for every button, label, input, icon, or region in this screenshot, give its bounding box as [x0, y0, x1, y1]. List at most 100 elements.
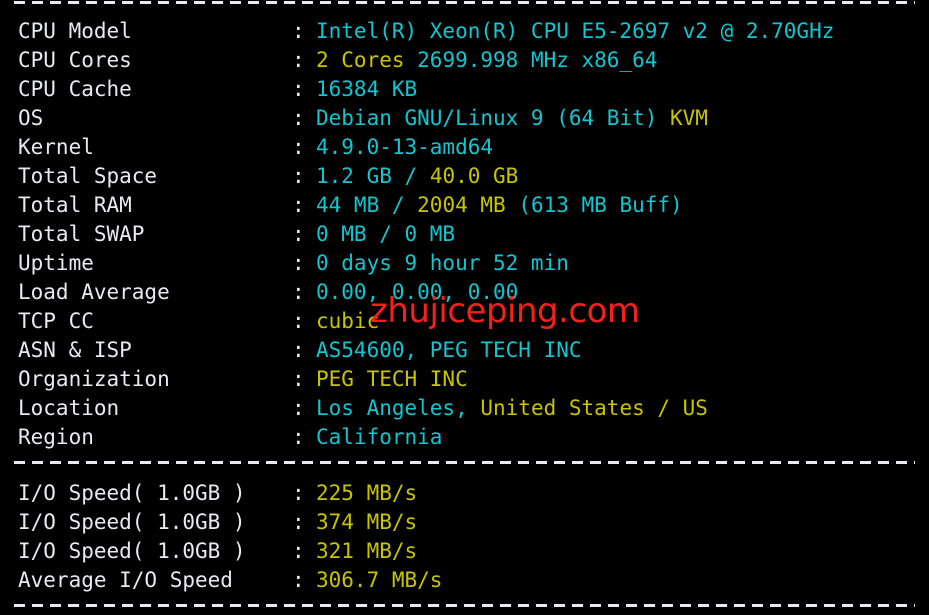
value-segment: (613 MB Buff): [518, 193, 683, 217]
value-segment: 40.0 GB: [429, 164, 519, 188]
value-segment: cubic: [316, 309, 380, 333]
row-colon: :: [292, 251, 305, 275]
io-speed-label: I/O Speed( 1.0GB ): [18, 510, 246, 534]
io-speed-value: 321 MB/s: [316, 537, 417, 566]
system-info-value: 2 Cores 2699.998 MHz x86_64: [316, 46, 657, 75]
terminal-row: CPU Cores:2 Cores 2699.998 MHz x86_64: [0, 46, 929, 75]
value-segment: 44 MB: [316, 193, 392, 217]
system-info-value: AS54600, PEG TECH INC: [316, 336, 582, 365]
value-segment: 306.7 MB/s: [316, 568, 443, 592]
terminal-row: Total RAM:44 MB / 2004 MB (613 MB Buff): [0, 191, 929, 220]
system-info-label: CPU Cache: [18, 77, 132, 101]
separator-middle: [14, 461, 915, 464]
row-colon: :: [292, 481, 305, 505]
system-info-value: cubic: [316, 307, 379, 336]
row-colon: :: [292, 539, 305, 563]
system-info-label: Total SWAP: [18, 222, 145, 246]
value-segment: 16384 KB: [316, 77, 418, 101]
row-colon: :: [292, 425, 305, 449]
terminal-row: Uptime:0 days 9 hour 52 min: [0, 249, 929, 278]
terminal-row: TCP CC: cubic: [0, 307, 929, 336]
terminal-row: Location: Los Angeles, United States / US: [0, 394, 929, 423]
value-segment: 4.9.0-13-amd64: [316, 135, 494, 159]
io-speed-label: Average I/O Speed: [18, 568, 233, 592]
system-info-value: Los Angeles, United States / US: [316, 394, 708, 423]
value-segment: 2699.998 MHz x86_64: [417, 48, 658, 72]
system-info-value: 0 MB / 0 MB: [316, 220, 455, 249]
row-colon: :: [292, 77, 305, 101]
system-info-value: 1.2 GB / 40.0 GB: [316, 162, 518, 191]
system-info-value: 44 MB / 2004 MB (613 MB Buff): [316, 191, 683, 220]
io-speed-value: 225 MB/s: [316, 479, 417, 508]
system-info-value: Debian GNU/Linux 9 (64 Bit) KVM: [316, 104, 708, 133]
row-colon: :: [292, 164, 305, 188]
value-segment: 0 MB / 0 MB: [316, 222, 456, 246]
system-info-label: ASN & ISP: [18, 338, 132, 362]
value-segment: Los Angeles,: [316, 396, 481, 420]
value-segment: /: [404, 164, 430, 188]
terminal-row: ASN & ISP: AS54600, PEG TECH INC: [0, 336, 929, 365]
system-info-value: 16384 KB: [316, 75, 417, 104]
terminal-row: I/O Speed( 1.0GB ):374 MB/s: [0, 508, 929, 537]
system-info-value: PEG TECH INC: [316, 365, 468, 394]
value-segment: Intel(R) Xeon(R) CPU E5-2697 v2 @ 2.70GH…: [316, 19, 835, 43]
separator-bottom: [14, 604, 915, 607]
value-segment: KVM: [670, 106, 708, 130]
value-segment: PEG TECH INC: [316, 367, 468, 391]
row-colon: :: [292, 309, 305, 333]
row-colon: :: [292, 396, 305, 420]
value-segment: 0 days 9 hour 52 min: [316, 251, 569, 275]
system-info-value: 0.00, 0.00, 0.00: [316, 278, 518, 307]
row-colon: :: [292, 510, 305, 534]
system-info-value: 4.9.0-13-amd64: [316, 133, 493, 162]
value-segment: 1.2 GB: [316, 164, 405, 188]
system-info-label: Region: [18, 425, 94, 449]
value-segment: California: [316, 425, 443, 449]
terminal-row: Organization: PEG TECH INC: [0, 365, 929, 394]
row-colon: :: [292, 48, 305, 72]
system-info-label: Uptime: [18, 251, 94, 275]
value-segment: AS54600, PEG TECH INC: [316, 338, 582, 362]
row-colon: :: [292, 280, 305, 304]
system-info-value: Intel(R) Xeon(R) CPU E5-2697 v2 @ 2.70GH…: [316, 17, 834, 46]
system-info-label: Kernel: [18, 135, 94, 159]
system-info-label: Total RAM: [18, 193, 132, 217]
system-info-label: CPU Cores: [18, 48, 132, 72]
value-segment: 374 MB/s: [316, 510, 418, 534]
terminal-window: CPU Model: Intel(R) Xeon(R) CPU E5-2697 v…: [0, 0, 929, 615]
terminal-row: I/O Speed( 1.0GB ):321 MB/s: [0, 537, 929, 566]
system-info-label: CPU Model: [18, 19, 132, 43]
row-colon: :: [292, 338, 305, 362]
system-info-value: California: [316, 423, 442, 452]
value-segment: 0.00, 0.00, 0.00: [316, 280, 519, 304]
terminal-row: CPU Model: Intel(R) Xeon(R) CPU E5-2697 v…: [0, 17, 929, 46]
row-colon: :: [292, 222, 305, 246]
system-info-label: Location: [18, 396, 120, 420]
value-segment: 225 MB/s: [316, 481, 418, 505]
value-segment: 2004 MB: [417, 193, 519, 217]
io-speed-value: 306.7 MB/s: [316, 566, 442, 595]
terminal-row: OS: Debian GNU/Linux 9 (64 Bit) KVM: [0, 104, 929, 133]
system-info-label: Total Space: [18, 164, 158, 188]
value-segment: United States / US: [480, 396, 708, 420]
value-segment: 321 MB/s: [316, 539, 418, 563]
terminal-row: Average I/O Speed:306.7 MB/s: [0, 566, 929, 595]
system-info-label: TCP CC: [18, 309, 94, 333]
io-speed-block: I/O Speed( 1.0GB ):225 MB/s I/O Speed( 1.…: [0, 479, 929, 595]
system-info-value: 0 days 9 hour 52 min: [316, 249, 569, 278]
io-speed-label: I/O Speed( 1.0GB ): [18, 481, 246, 505]
terminal-row: Region: California: [0, 423, 929, 452]
terminal-row: Total Space:1.2 GB / 40.0 GB: [0, 162, 929, 191]
system-info-label: OS: [18, 106, 44, 130]
system-info-label: Load Average: [18, 280, 170, 304]
value-segment: /: [391, 193, 418, 217]
system-info-label: Organization: [18, 367, 170, 391]
separator-top: [14, 1, 915, 4]
row-colon: :: [292, 106, 305, 130]
row-colon: :: [292, 193, 305, 217]
terminal-row: Load Average:0.00, 0.00, 0.00: [0, 278, 929, 307]
row-colon: :: [292, 135, 305, 159]
terminal-row: Total SWAP:0 MB / 0 MB: [0, 220, 929, 249]
terminal-row: Kernel:4.9.0-13-amd64: [0, 133, 929, 162]
terminal-row: I/O Speed( 1.0GB ):225 MB/s: [0, 479, 929, 508]
